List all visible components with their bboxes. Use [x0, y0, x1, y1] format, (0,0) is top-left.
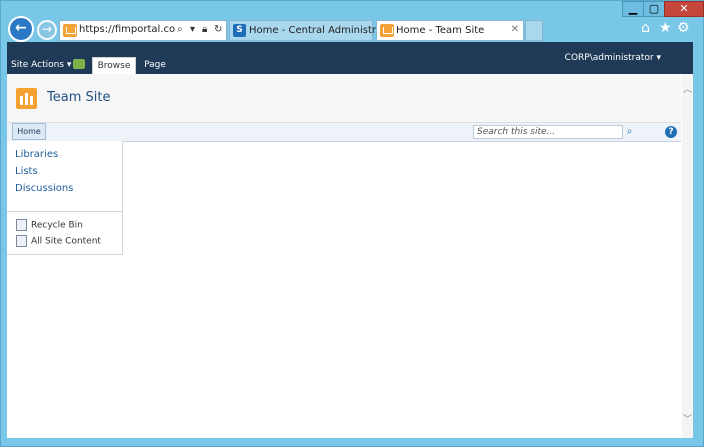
- navigate-up-icon[interactable]: [73, 59, 85, 69]
- minimize-button[interactable]: ▁: [622, 1, 644, 17]
- dropdown-icon[interactable]: ▾: [190, 24, 195, 35]
- close-window-button[interactable]: ✕: [664, 1, 704, 17]
- back-button[interactable]: ←: [8, 16, 34, 42]
- team-site-favicon-icon: [380, 24, 394, 37]
- all-site-content-link[interactable]: All Site Content: [16, 235, 101, 247]
- site-title[interactable]: Team Site: [47, 90, 110, 105]
- scroll-up-icon[interactable]: ︿: [682, 82, 693, 95]
- sharepoint-icon: S: [233, 24, 246, 37]
- scroll-down-icon[interactable]: ﹀: [682, 412, 693, 425]
- recycle-bin-link[interactable]: Recycle Bin: [16, 219, 83, 231]
- tab-page[interactable]: Page: [138, 57, 172, 74]
- nav-discussions[interactable]: Discussions: [15, 183, 73, 194]
- ribbon-bar: Site Actions ▾ Browse Page CORP\administ…: [7, 42, 693, 74]
- gear-icon[interactable]: ⚙: [677, 20, 690, 36]
- site-logo-icon: [16, 88, 37, 109]
- nav-home[interactable]: Home: [12, 123, 46, 140]
- nav-libraries[interactable]: Libraries: [15, 149, 58, 160]
- tab-label: Home - Team Site: [396, 25, 485, 36]
- tab-central-administration[interactable]: S Home - Central Administration: [229, 20, 401, 41]
- search-input[interactable]: Search this site...: [473, 125, 623, 139]
- arrow-left-icon: ←: [15, 20, 27, 36]
- page-viewport: Site Actions ▾ Browse Page CORP\administ…: [7, 42, 693, 438]
- recycle-bin-icon: [16, 219, 27, 231]
- recycle-bin-label: Recycle Bin: [31, 220, 83, 231]
- title-area: Team Site: [7, 74, 681, 123]
- tab-team-site[interactable]: Home - Team Site ✕: [376, 20, 524, 41]
- sharepoint-favicon-icon: [63, 24, 77, 37]
- site-content-icon: [16, 235, 27, 247]
- vertical-scrollbar[interactable]: ︿ ﹀: [682, 74, 693, 438]
- user-menu[interactable]: CORP\administrator ▾: [565, 53, 661, 63]
- close-tab-icon[interactable]: ✕: [511, 24, 519, 35]
- top-navigation: Home Search this site... ⌕ ?: [7, 123, 681, 142]
- maximize-button[interactable]: ▢: [643, 1, 665, 17]
- arrow-right-icon: →: [42, 22, 53, 36]
- help-icon[interactable]: ?: [665, 126, 677, 138]
- nav-lists[interactable]: Lists: [15, 166, 38, 177]
- divider: [7, 211, 122, 212]
- address-bar[interactable]: https://fimportal.corp.c... ⌕ ▾ 🔒︎ ↻: [59, 20, 227, 41]
- home-icon[interactable]: ⌂: [641, 20, 650, 36]
- favorites-star-icon[interactable]: ★: [659, 20, 672, 36]
- forward-button[interactable]: →: [37, 20, 57, 40]
- quick-launch: Libraries Lists Discussions Recycle Bin …: [7, 141, 123, 255]
- site-actions-menu[interactable]: Site Actions ▾: [11, 60, 71, 70]
- all-site-content-label: All Site Content: [31, 236, 101, 247]
- lock-icon[interactable]: 🔒︎: [202, 24, 207, 35]
- tab-browse[interactable]: Browse: [92, 57, 136, 74]
- search-icon[interactable]: ⌕: [177, 24, 183, 35]
- new-tab-button[interactable]: [525, 20, 543, 41]
- search-icon[interactable]: ⌕: [623, 125, 636, 139]
- refresh-icon[interactable]: ↻: [214, 24, 222, 35]
- address-text[interactable]: https://fimportal.corp.c...: [79, 24, 175, 35]
- browser-window: ▁ ▢ ✕ ← → https://fimportal.corp.c... ⌕ …: [0, 0, 704, 447]
